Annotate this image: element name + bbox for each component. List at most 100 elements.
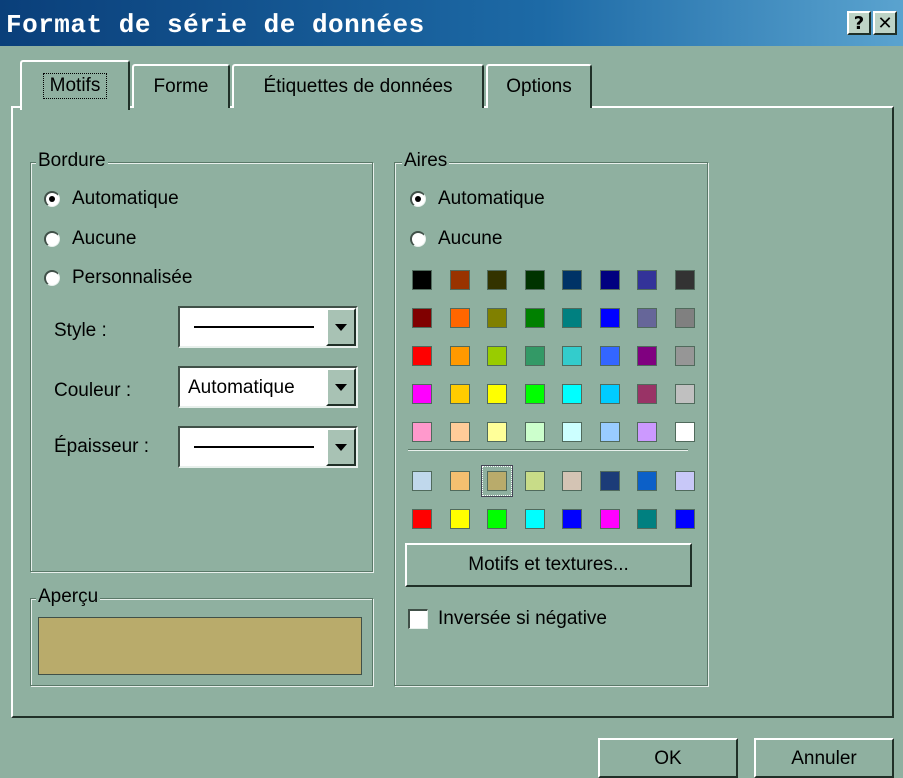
color-swatch[interactable] xyxy=(599,509,620,529)
tab-label: Étiquettes de données xyxy=(263,76,453,97)
area-none-label: Aucune xyxy=(438,228,503,249)
color-swatch[interactable] xyxy=(674,270,695,290)
area-group-label: Aires xyxy=(402,150,450,172)
color-swatch[interactable] xyxy=(674,509,695,529)
color-swatch[interactable] xyxy=(637,270,657,290)
color-swatch[interactable] xyxy=(637,308,657,328)
tab-forme[interactable]: Forme xyxy=(132,64,230,108)
color-swatch[interactable] xyxy=(487,346,507,366)
color-swatch[interactable] xyxy=(524,270,545,290)
preview-group-label: Aperçu xyxy=(36,586,101,608)
color-swatch[interactable] xyxy=(562,346,582,366)
border-custom-radio[interactable] xyxy=(44,270,60,286)
color-swatch[interactable] xyxy=(412,384,432,404)
border-automatic-label: Automatique xyxy=(72,188,179,209)
color-swatch[interactable] xyxy=(637,509,657,529)
color-swatch[interactable] xyxy=(487,384,507,404)
ok-label: OK xyxy=(654,748,682,769)
invert-if-negative-checkbox[interactable] xyxy=(408,609,428,629)
color-swatch[interactable] xyxy=(524,384,545,404)
color-swatch[interactable] xyxy=(412,270,432,290)
color-swatch[interactable] xyxy=(524,346,545,366)
color-swatch[interactable] xyxy=(562,384,582,404)
color-combo[interactable]: Automatique xyxy=(178,366,358,408)
color-swatch[interactable] xyxy=(487,422,507,442)
color-swatch[interactable] xyxy=(449,384,470,404)
color-swatch[interactable] xyxy=(524,509,545,529)
color-swatch[interactable] xyxy=(562,270,582,290)
style-combo[interactable] xyxy=(178,306,358,348)
color-swatch[interactable] xyxy=(412,346,432,366)
fill-effects-button[interactable]: Motifs et textures... xyxy=(405,543,692,587)
color-swatch[interactable] xyxy=(487,471,507,491)
help-button[interactable]: ? xyxy=(847,11,871,35)
color-swatch[interactable] xyxy=(599,270,620,290)
color-swatch[interactable] xyxy=(562,308,582,328)
color-swatch[interactable] xyxy=(524,422,545,442)
area-automatic-radio[interactable] xyxy=(410,191,426,207)
tab-motifs[interactable]: Motifs xyxy=(20,60,130,110)
color-swatch[interactable] xyxy=(599,384,620,404)
color-swatch[interactable] xyxy=(449,422,470,442)
close-icon: ✕ xyxy=(877,12,893,34)
invert-if-negative-label: Inversée si négative xyxy=(438,608,607,629)
color-swatch[interactable] xyxy=(524,471,545,491)
help-icon: ? xyxy=(853,12,865,34)
color-swatch[interactable] xyxy=(487,308,507,328)
color-swatch[interactable] xyxy=(562,471,582,491)
color-combo-value: Automatique xyxy=(188,377,295,398)
color-swatch[interactable] xyxy=(412,308,432,328)
color-swatch[interactable] xyxy=(412,422,432,442)
ok-button[interactable]: OK xyxy=(598,738,738,778)
color-swatch[interactable] xyxy=(449,509,470,529)
style-label: Style : xyxy=(54,320,107,341)
tab-label: Options xyxy=(506,76,572,97)
border-automatic-radio[interactable] xyxy=(44,191,60,207)
color-swatch[interactable] xyxy=(487,509,507,529)
color-swatch[interactable] xyxy=(449,471,470,491)
color-swatch[interactable] xyxy=(637,471,657,491)
cancel-label: Annuler xyxy=(791,748,857,769)
color-swatch[interactable] xyxy=(449,346,470,366)
area-automatic-label: Automatique xyxy=(438,188,545,209)
color-swatch[interactable] xyxy=(637,346,657,366)
weight-combo[interactable] xyxy=(178,426,358,468)
palette-divider xyxy=(408,449,688,450)
color-swatch[interactable] xyxy=(674,308,695,328)
color-swatch[interactable] xyxy=(674,471,695,491)
color-swatch[interactable] xyxy=(599,422,620,442)
color-swatch[interactable] xyxy=(599,471,620,491)
color-swatch[interactable] xyxy=(599,308,620,328)
color-swatch[interactable] xyxy=(449,308,470,328)
color-swatch[interactable] xyxy=(637,384,657,404)
color-swatch[interactable] xyxy=(449,270,470,290)
color-swatch[interactable] xyxy=(412,471,432,491)
color-swatch[interactable] xyxy=(674,346,695,366)
color-swatch[interactable] xyxy=(599,346,620,366)
color-swatch[interactable] xyxy=(562,422,582,442)
tab-options[interactable]: Options xyxy=(486,64,592,108)
cancel-button[interactable]: Annuler xyxy=(754,738,894,778)
area-none-radio[interactable] xyxy=(410,231,426,247)
preview-fill xyxy=(38,617,362,675)
chevron-down-icon[interactable] xyxy=(326,368,356,406)
color-swatch[interactable] xyxy=(637,422,657,442)
window-title: Format de série de données xyxy=(6,10,425,40)
chevron-down-icon[interactable] xyxy=(326,428,356,466)
tab-etiquettes[interactable]: Étiquettes de données xyxy=(232,64,484,108)
border-none-radio[interactable] xyxy=(44,231,60,247)
color-swatch[interactable] xyxy=(487,270,507,290)
close-button[interactable]: ✕ xyxy=(873,11,897,35)
color-swatch[interactable] xyxy=(674,422,695,442)
fill-effects-label: Motifs et textures... xyxy=(468,554,629,575)
color-swatch[interactable] xyxy=(674,384,695,404)
color-swatch[interactable] xyxy=(524,308,545,328)
tab-label: Motifs xyxy=(42,73,108,99)
tab-label: Forme xyxy=(153,76,209,97)
color-swatch[interactable] xyxy=(562,509,582,529)
chevron-down-icon[interactable] xyxy=(326,308,356,346)
line-weight-preview xyxy=(194,446,314,448)
line-style-preview xyxy=(194,326,314,328)
border-none-label: Aucune xyxy=(72,228,137,249)
color-swatch[interactable] xyxy=(412,509,432,529)
